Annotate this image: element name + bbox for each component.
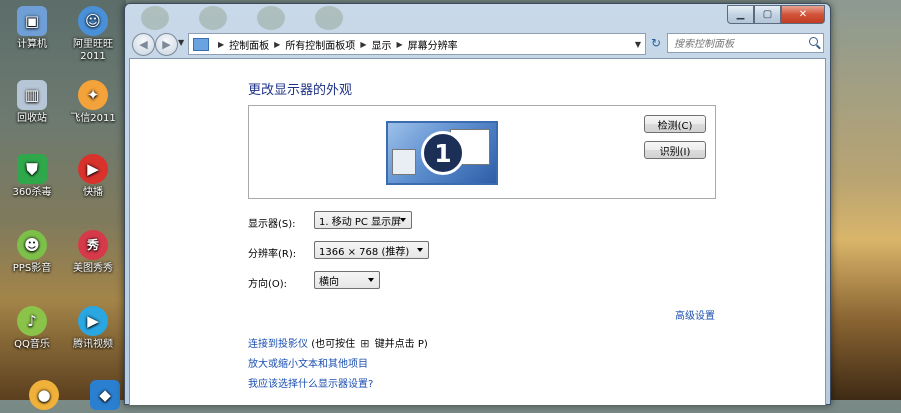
recent-pages-dropdown[interactable]: ▼	[178, 38, 184, 47]
desktop-icon-qvod[interactable]: ▶ 快播	[63, 154, 123, 199]
resolution-select-value: 1366 × 768 (推荐)	[319, 246, 410, 258]
desktop-icon-fetion[interactable]: ✦ 飞信2011	[63, 80, 123, 125]
breadcrumb-all-items[interactable]: 所有控制面板项	[285, 37, 355, 52]
address-bar[interactable]: ▶ 控制面板 ▶ 所有控制面板项 ▶ 显示 ▶ 屏幕分辨率 ▼	[188, 33, 646, 55]
search-input[interactable]	[672, 35, 804, 53]
pps-icon: ☻	[17, 230, 47, 260]
projector-hint-suffix: 键并点击 P)	[374, 339, 428, 350]
orientation-label: 方向(O):	[248, 279, 288, 290]
chevron-right-icon[interactable]: ▶	[396, 40, 402, 49]
desktop-icon-360-antivirus[interactable]: ⛊ 360杀毒	[2, 154, 62, 199]
projector-row: 连接到投影仪 (也可按住 ⊞ 键并点击 P)	[248, 335, 428, 350]
advanced-settings-link[interactable]: 高级设置	[675, 307, 715, 322]
back-arrow-icon: ◀	[139, 38, 148, 51]
chevron-right-icon[interactable]: ▶	[360, 40, 366, 49]
title-bar[interactable]: ▁ ▢ ✕	[125, 4, 830, 30]
desktop-icon-label: 360杀毒	[12, 187, 52, 198]
play-icon: ▶	[78, 154, 108, 184]
maximize-button[interactable]: ▢	[754, 5, 781, 24]
refresh-icon: ↻	[650, 36, 662, 50]
desktop-icon-label: 快播	[83, 187, 103, 198]
app-icon: ●	[29, 380, 59, 410]
orientation-select[interactable]: 横向	[314, 271, 380, 289]
which-settings-link[interactable]: 我应该选择什么显示器设置?	[248, 375, 373, 390]
search-icon[interactable]	[809, 37, 818, 46]
orientation-select-value: 横向	[319, 276, 339, 288]
aliwangwang-icon: ☺	[78, 6, 108, 36]
chevron-right-icon[interactable]: ▶	[218, 40, 224, 49]
desktop-icon-meitu[interactable]: 秀 美图秀秀	[63, 230, 123, 275]
minimize-button[interactable]: ▁	[727, 5, 754, 24]
recycle-bin-icon: ▥	[17, 80, 47, 110]
monitor-number-badge: 1	[421, 131, 465, 175]
desktop-background-right	[821, 0, 901, 400]
desktop-icon-label: 阿里旺旺 2011	[73, 39, 113, 62]
connect-projector-link[interactable]: 连接到投影仪	[248, 339, 308, 350]
address-dropdown-icon[interactable]: ▼	[635, 40, 641, 49]
chevron-down-icon	[368, 278, 374, 282]
detect-button[interactable]: 检测(C)	[644, 115, 706, 133]
windows-logo-icon: ⊞	[360, 337, 370, 350]
monitor-1-preview[interactable]: 1	[386, 121, 498, 185]
desktop-icon-computer[interactable]: ▣ 计算机	[2, 6, 62, 51]
shield-icon: ⛊	[17, 154, 47, 184]
projector-hint-prefix: (也可按住	[311, 339, 356, 350]
page-title: 更改显示器的外观	[248, 83, 353, 98]
desktop-icon-label: PPS影音	[12, 263, 52, 274]
chevron-right-icon[interactable]: ▶	[274, 40, 280, 49]
desktop-icon-tencent-video[interactable]: ▶ 腾讯视频	[63, 306, 123, 351]
desktop-icon-partial[interactable]: ●	[14, 380, 74, 413]
display-select-value: 1. 移动 PC 显示屏	[319, 216, 402, 228]
forward-arrow-icon: ▶	[162, 38, 171, 51]
meitu-icon: 秀	[78, 230, 108, 260]
close-button[interactable]: ✕	[781, 5, 825, 24]
app-icon: ◆	[90, 380, 120, 410]
back-button[interactable]: ◀	[132, 33, 155, 56]
desktop-icon-label: 美图秀秀	[73, 263, 113, 274]
play-icon: ▶	[78, 306, 108, 336]
control-panel-window: ▁ ▢ ✕ ◀ ▶ ▼ ▶ 控制面板 ▶ 所有控制面板项 ▶ 显示 ▶ 屏幕分辨…	[124, 3, 831, 405]
display-label: 显示器(S):	[248, 219, 296, 230]
desktop-icon-aliwangwang[interactable]: ☺ 阿里旺旺 2011	[63, 6, 123, 63]
breadcrumb-control-panel[interactable]: 控制面板	[229, 37, 269, 52]
desktop-icon-pps[interactable]: ☻ PPS影音	[2, 230, 62, 275]
chevron-down-icon	[417, 248, 423, 252]
desktop-icon-recycle-bin[interactable]: ▥ 回收站	[2, 80, 62, 125]
breadcrumb-screen-resolution[interactable]: 屏幕分辨率	[408, 37, 458, 52]
forward-button[interactable]: ▶	[155, 33, 178, 56]
monitor-preview-window	[392, 149, 416, 175]
chevron-down-icon	[400, 218, 406, 222]
computer-icon: ▣	[17, 6, 47, 36]
content-area: 更改显示器的外观 1 检测(C) 识别(I) 显示器(S): 1. 移动 PC …	[129, 58, 826, 405]
display-select[interactable]: 1. 移动 PC 显示屏	[314, 211, 412, 229]
resolution-label: 分辨率(R):	[248, 249, 297, 260]
desktop-icon-label: 计算机	[17, 39, 47, 50]
navigation-bar: ◀ ▶ ▼ ▶ 控制面板 ▶ 所有控制面板项 ▶ 显示 ▶ 屏幕分辨率 ▼ ↻	[130, 32, 825, 56]
identify-button[interactable]: 识别(I)	[644, 141, 706, 159]
refresh-button[interactable]: ↻	[646, 33, 666, 53]
desktop-icon-qq-music[interactable]: ♪ QQ音乐	[2, 306, 62, 351]
desktop-icon-label: 飞信2011	[70, 113, 116, 124]
desktop-icon-label: QQ音乐	[14, 339, 50, 350]
aero-glass-reflection	[141, 6, 343, 30]
monitor-arrangement-panel: 1 检测(C) 识别(I)	[248, 105, 716, 199]
desktop-icon-label: 回收站	[17, 113, 47, 124]
breadcrumb-display[interactable]: 显示	[371, 37, 391, 52]
resolution-select[interactable]: 1366 × 768 (推荐)	[314, 241, 429, 259]
text-size-link[interactable]: 放大或缩小文本和其他项目	[248, 355, 368, 370]
search-box[interactable]	[667, 33, 824, 53]
caption-buttons: ▁ ▢ ✕	[727, 5, 825, 24]
control-panel-icon	[193, 37, 209, 51]
fetion-icon: ✦	[78, 80, 108, 110]
desktop-icon-label: 腾讯视频	[73, 339, 113, 350]
music-note-icon: ♪	[17, 306, 47, 336]
